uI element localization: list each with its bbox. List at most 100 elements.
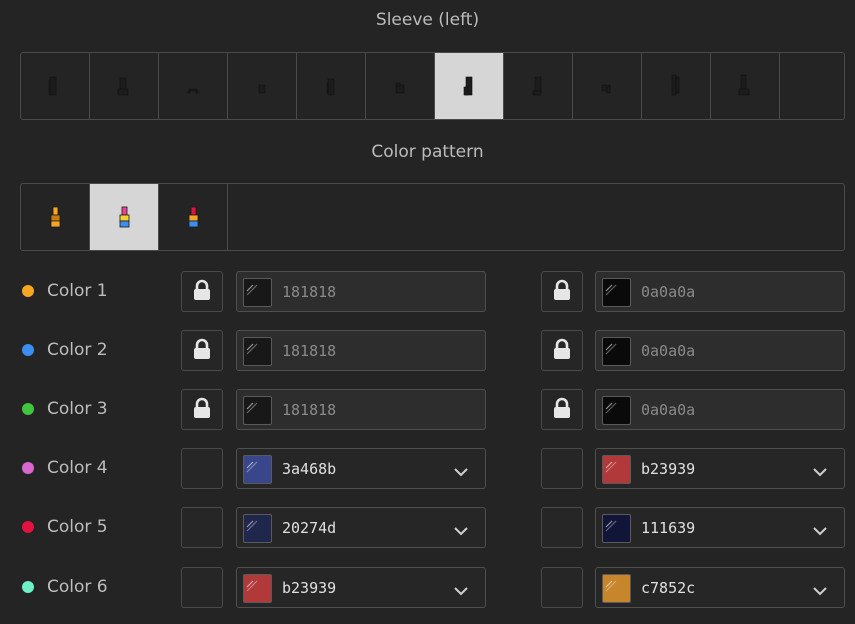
right-color-field: 0a0a0a <box>595 271 845 312</box>
color-swatch[interactable] <box>602 337 631 366</box>
gloss-icon <box>605 577 617 596</box>
sleeve-option[interactable] <box>366 53 435 119</box>
pattern-thumbnail <box>119 206 130 228</box>
color-swatch[interactable] <box>602 514 631 543</box>
chevron-down-icon[interactable] <box>812 582 828 601</box>
lock-icon <box>192 338 212 364</box>
left-color-field: 181818 <box>236 271 486 312</box>
lock-icon <box>552 279 572 305</box>
lock-icon <box>552 338 572 364</box>
color-row: Color 4 3a468b b23939 <box>0 448 855 489</box>
left-lock-button[interactable] <box>181 507 223 548</box>
sleeve-thumbnail <box>532 76 542 96</box>
chevron-down-icon[interactable] <box>453 522 469 541</box>
pattern-option[interactable] <box>21 184 90 250</box>
color-row: Color 5 20274d 111639 <box>0 507 855 548</box>
sleeve-option[interactable] <box>228 53 297 119</box>
hex-value: 0a0a0a <box>641 283 696 301</box>
chevron-down-icon[interactable] <box>453 582 469 601</box>
sleeve-option[interactable] <box>504 53 573 119</box>
left-lock-button[interactable] <box>181 567 223 608</box>
right-lock-button[interactable] <box>541 507 583 548</box>
left-lock-button[interactable] <box>181 330 223 371</box>
hex-value: b23939 <box>641 460 696 478</box>
chevron-down-icon[interactable] <box>812 463 828 482</box>
sleeve-section-title: Sleeve (left) <box>375 10 480 30</box>
hex-value: 181818 <box>282 401 337 419</box>
pattern-empty-slot <box>573 184 642 250</box>
gloss-icon <box>246 399 258 418</box>
sleeve-thumbnail <box>395 82 405 94</box>
color-row-label: Color 2 <box>47 340 108 360</box>
right-lock-button[interactable] <box>541 567 583 608</box>
pattern-empty-slot <box>711 184 780 250</box>
color-swatch[interactable] <box>243 396 272 425</box>
color-swatch[interactable] <box>602 455 631 484</box>
color-row: Color 3 181818 0a0a0a <box>0 389 855 430</box>
color-swatch[interactable] <box>243 337 272 366</box>
lock-icon <box>192 397 212 423</box>
right-color-field: 0a0a0a <box>595 330 845 371</box>
right-lock-button[interactable] <box>541 271 583 312</box>
color-dot <box>22 462 34 474</box>
right-lock-button[interactable] <box>541 330 583 371</box>
sleeve-option[interactable] <box>159 53 228 119</box>
color-swatch[interactable] <box>602 574 631 603</box>
sleeve-option[interactable] <box>642 53 711 119</box>
hex-value: 0a0a0a <box>641 342 696 360</box>
pattern-empty-slot <box>504 184 573 250</box>
left-color-field[interactable]: b23939 <box>236 567 486 608</box>
color-dot <box>22 344 34 356</box>
color-swatch[interactable] <box>243 514 272 543</box>
pattern-thumbnail <box>188 206 199 228</box>
gloss-icon <box>246 281 258 300</box>
gloss-icon <box>605 517 617 536</box>
sleeve-option[interactable] <box>21 53 90 119</box>
sleeve-thumbnail <box>258 84 266 94</box>
chevron-down-icon[interactable] <box>453 463 469 482</box>
gloss-icon <box>246 458 258 477</box>
right-color-field[interactable]: b23939 <box>595 448 845 489</box>
color-row-label: Color 1 <box>47 281 108 301</box>
left-lock-button[interactable] <box>181 448 223 489</box>
sleeve-thumbnail <box>463 76 473 96</box>
color-swatch[interactable] <box>243 455 272 484</box>
chevron-down-icon[interactable] <box>812 522 828 541</box>
sleeve-option[interactable] <box>711 53 780 119</box>
color-swatch[interactable] <box>602 396 631 425</box>
sleeve-thumbnail <box>806 71 824 101</box>
color-row: Color 6 b23939 c7852c <box>0 567 855 608</box>
color-row-label: Color 3 <box>47 399 108 419</box>
color-swatch[interactable] <box>602 278 631 307</box>
color-row: Color 1 181818 0a0a0a <box>0 271 855 312</box>
hex-value: 20274d <box>282 519 337 537</box>
right-color-field[interactable]: 111639 <box>595 507 845 548</box>
sleeve-option[interactable] <box>90 53 159 119</box>
gloss-icon <box>605 281 617 300</box>
color-dot <box>22 521 34 533</box>
sleeve-option[interactable] <box>780 53 844 119</box>
sleeve-option[interactable] <box>297 53 366 119</box>
right-color-field[interactable]: c7852c <box>595 567 845 608</box>
left-lock-button[interactable] <box>181 389 223 430</box>
sleeve-option[interactable] <box>573 53 642 119</box>
gloss-icon <box>246 340 258 359</box>
pattern-option[interactable] <box>90 184 159 250</box>
pattern-option[interactable] <box>159 184 228 250</box>
color-swatch[interactable] <box>243 574 272 603</box>
gloss-icon <box>605 340 617 359</box>
left-lock-button[interactable] <box>181 271 223 312</box>
right-lock-button[interactable] <box>541 448 583 489</box>
gloss-icon <box>246 577 258 596</box>
sleeve-thumbnail <box>671 74 680 96</box>
left-color-field[interactable]: 20274d <box>236 507 486 548</box>
color-row-label: Color 4 <box>47 458 108 478</box>
left-color-field[interactable]: 3a468b <box>236 448 486 489</box>
lock-icon <box>192 279 212 305</box>
sleeve-option[interactable] <box>435 53 504 119</box>
left-color-field: 181818 <box>236 330 486 371</box>
sleeve-thumbnail <box>117 77 129 96</box>
right-lock-button[interactable] <box>541 389 583 430</box>
color-swatch[interactable] <box>243 278 272 307</box>
pattern-empty-slot <box>297 184 366 250</box>
